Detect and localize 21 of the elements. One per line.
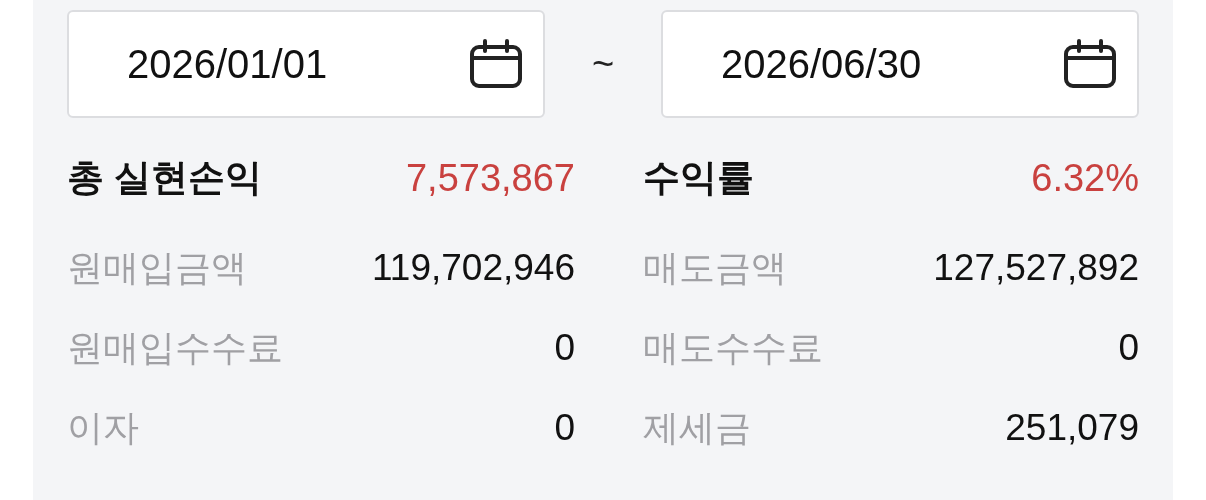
start-date-field[interactable]: 2026/01/01 [67,10,545,118]
total-value: 7,573,867 [405,155,575,201]
end-date-field[interactable]: 2026/06/30 [661,10,1139,118]
item-label: 원매입금액 [67,246,247,290]
item-label: 제세금 [643,406,751,450]
range-separator: ~ [591,41,615,87]
item-label: 매도금액 [643,246,787,290]
item-label: 원매입수수료 [67,326,283,370]
item-value: 0 [554,326,575,371]
item-label: 이자 [67,406,139,450]
item-value: 0 [554,406,575,451]
item-value: 251,079 [1005,406,1139,451]
total-label: 총 실현손익 [67,156,263,201]
item-value: 119,702,946 [372,246,575,291]
total-label: 수익률 [643,156,754,201]
calendar-icon[interactable] [469,39,523,89]
item-label: 매도수수료 [643,326,823,370]
calendar-icon[interactable] [1063,39,1117,89]
total-value: 6.32% [1031,155,1139,201]
item-value: 127,527,892 [933,246,1139,291]
item-value: 0 [1118,326,1139,371]
